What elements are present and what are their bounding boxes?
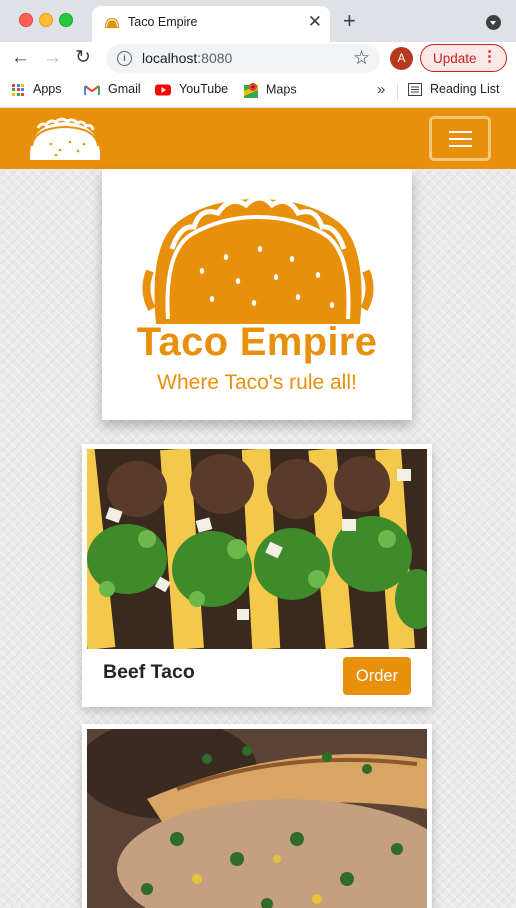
bookmark-label: Gmail: [108, 82, 141, 96]
reading-list-label: Reading List: [430, 82, 500, 96]
tab-close-icon[interactable]: ✕: [308, 13, 322, 31]
taco-logo-icon: [142, 195, 374, 324]
bookmark-label: Apps: [33, 82, 62, 96]
tab-title: Taco Empire: [128, 15, 198, 29]
bookmark-label: Maps: [266, 82, 297, 97]
card-title: Beef Taco: [103, 661, 195, 683]
beef-taco-photo: [87, 449, 427, 649]
page-content: Taco Empire Where Taco's rule all! Beef …: [0, 108, 516, 908]
more-bookmarks-icon[interactable]: »: [377, 81, 385, 98]
bookmark-apps[interactable]: Apps: [12, 82, 62, 96]
menu-bar: [449, 138, 472, 140]
url-host: localhost: [142, 50, 198, 66]
taco-logo-icon[interactable]: [26, 116, 104, 162]
menu-card: [82, 724, 432, 908]
quesadilla-photo: [87, 729, 427, 908]
maps-icon: [244, 83, 258, 98]
bookmark-label: YouTube: [179, 82, 229, 96]
bookmark-maps[interactable]: Maps: [244, 82, 297, 98]
menu-bar: [449, 145, 472, 147]
beef-taco-photo-image: [87, 449, 427, 649]
site-navbar: [0, 108, 516, 169]
browser-tab[interactable]: Taco Empire ✕: [92, 6, 330, 42]
close-window-button[interactable]: [19, 13, 33, 27]
bookmark-star-icon[interactable]: ☆: [353, 47, 370, 70]
menu-bar: [449, 131, 472, 133]
new-tab-button[interactable]: +: [343, 10, 356, 32]
hero-tagline: Where Taco's rule all!: [157, 371, 357, 394]
url-text[interactable]: localhost:8080: [142, 50, 232, 66]
tab-strip: Taco Empire ✕ +: [0, 0, 516, 42]
info-icon[interactable]: i: [117, 51, 132, 66]
bookmarks-bar: Apps Gmail YouTube Maps » Reading List: [0, 75, 516, 108]
quesadilla-photo-image: [87, 729, 427, 908]
taco-icon: [105, 18, 119, 28]
update-button[interactable]: Update ⋮: [420, 44, 507, 72]
bookmarks-divider: [397, 83, 398, 100]
url-port: :8080: [197, 50, 233, 66]
youtube-icon: [155, 84, 171, 96]
hero-title: Taco Empire: [136, 320, 378, 364]
gmail-icon: [84, 84, 100, 95]
more-vert-icon[interactable]: ⋮: [482, 48, 497, 66]
reload-icon[interactable]: ↻: [75, 47, 91, 69]
menu-card: Beef Taco Order: [82, 444, 432, 707]
reading-list-button[interactable]: Reading List: [408, 82, 500, 97]
hero-logo-card: Taco Empire Where Taco's rule all!: [102, 169, 412, 420]
hamburger-menu-button[interactable]: [429, 116, 491, 161]
apps-grid-icon: [12, 83, 24, 96]
forward-arrow-icon[interactable]: →: [43, 47, 62, 69]
update-label: Update: [433, 51, 477, 66]
back-arrow-icon[interactable]: ←: [11, 47, 30, 69]
profile-avatar[interactable]: A: [390, 47, 413, 70]
tab-search-icon[interactable]: [486, 15, 501, 30]
minimize-window-button[interactable]: [39, 13, 53, 27]
bookmark-gmail[interactable]: Gmail: [84, 82, 141, 96]
browser-toolbar: ← → ↻ i localhost:8080 ☆ A Update ⋮: [0, 42, 516, 75]
bookmark-youtube[interactable]: YouTube: [155, 82, 228, 96]
order-button[interactable]: Order: [343, 657, 411, 695]
zoom-window-button[interactable]: [59, 13, 73, 27]
address-bar[interactable]: i localhost:8080 ☆: [106, 44, 380, 73]
reading-list-icon: [408, 83, 422, 97]
